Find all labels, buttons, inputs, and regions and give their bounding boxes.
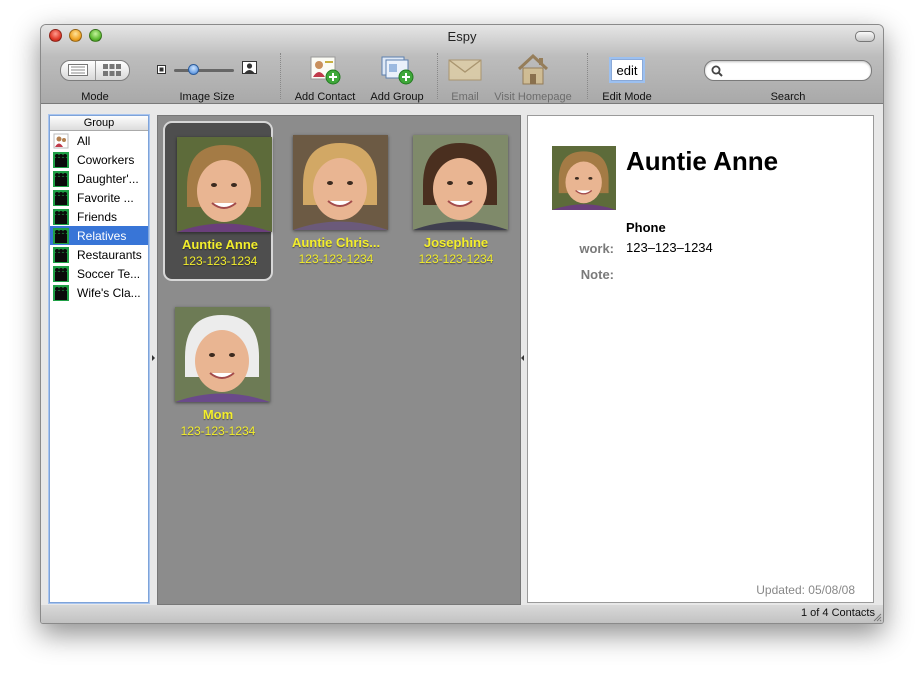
grid-view-icon[interactable] bbox=[94, 60, 130, 80]
work-label: work: bbox=[579, 241, 614, 256]
sidebar-item-label: Favorite ... bbox=[77, 190, 134, 205]
group-icon bbox=[53, 151, 69, 168]
contact-card[interactable]: Josephine 123-123-1234 bbox=[401, 121, 511, 281]
contact-photo bbox=[293, 135, 388, 230]
group-icon bbox=[53, 246, 69, 263]
contact-phone: 123-123-1234 bbox=[182, 254, 258, 268]
image-size-control: Image Size bbox=[155, 51, 259, 103]
group-list[interactable]: Group All Coworkers Daughter'... Favorite .… bbox=[49, 115, 149, 603]
sidebar-item[interactable]: Coworkers bbox=[50, 150, 148, 169]
contact-detail-pane: Auntie Anne Phone work: 123–123–1234 Not… bbox=[527, 115, 874, 603]
contact-name: Josephine bbox=[423, 235, 489, 250]
contact-name: Mom bbox=[202, 407, 234, 422]
contact-phone: 123-123-1234 bbox=[180, 424, 256, 438]
search-label: Search bbox=[770, 91, 806, 103]
mode-control: Mode bbox=[59, 51, 131, 103]
sidebar-item[interactable]: Soccer Te... bbox=[50, 264, 148, 283]
search-input[interactable] bbox=[704, 59, 872, 82]
sidebar-item-label: Soccer Te... bbox=[77, 266, 141, 281]
edit-mode-label: Edit Mode bbox=[602, 91, 652, 103]
contact-photo bbox=[177, 137, 272, 232]
add-contact-icon bbox=[308, 51, 342, 89]
group-icon bbox=[53, 189, 69, 206]
group-icon bbox=[53, 208, 69, 225]
sidebar-item-label: Coworkers bbox=[77, 152, 135, 167]
contact-card[interactable]: Auntie Chris... 123-123-1234 bbox=[281, 121, 391, 281]
email-button[interactable]: Email bbox=[443, 51, 487, 103]
espy-window: Espy Mode Image Size Add Contact Add Gro… bbox=[40, 24, 884, 624]
visit-homepage-button[interactable]: Visit Homepage bbox=[490, 51, 576, 103]
sidebar-item-label: Relatives bbox=[77, 228, 127, 243]
search-icon bbox=[711, 64, 723, 82]
sidebar-item[interactable]: Wife's Cla... bbox=[50, 283, 148, 302]
envelope-icon bbox=[448, 51, 482, 89]
house-icon bbox=[516, 51, 550, 89]
visit-homepage-label: Visit Homepage bbox=[494, 91, 572, 103]
toolbar-toggle-button[interactable] bbox=[855, 31, 875, 42]
search-control: Search bbox=[704, 51, 872, 103]
contact-phone: 123-123-1234 bbox=[418, 252, 494, 266]
add-contact-button[interactable]: Add Contact bbox=[290, 51, 360, 103]
detail-name: Auntie Anne bbox=[626, 146, 779, 176]
image-size-slider[interactable] bbox=[174, 63, 234, 75]
mode-label: Mode bbox=[81, 91, 109, 103]
group-icon bbox=[53, 265, 69, 282]
contact-name: Auntie Chris... bbox=[291, 235, 381, 250]
contact-card[interactable]: Mom 123-123-1234 bbox=[163, 293, 273, 453]
slider-knob[interactable] bbox=[188, 63, 199, 75]
work-phone-value[interactable]: 123–123–1234 bbox=[626, 240, 713, 255]
sidebar-item-label: Friends bbox=[77, 209, 118, 224]
group-icon bbox=[53, 227, 69, 244]
updated-date: Updated: 05/08/08 bbox=[756, 583, 855, 597]
sidebar-item-label: All bbox=[77, 133, 91, 148]
detail-photo bbox=[552, 146, 616, 210]
group-icon bbox=[53, 170, 69, 187]
image-size-label: Image Size bbox=[179, 91, 235, 103]
contact-grid[interactable]: Auntie Anne 123-123-1234 Auntie Chris...… bbox=[157, 115, 521, 605]
list-view-icon[interactable] bbox=[61, 61, 95, 80]
sidebar-item[interactable]: All bbox=[50, 131, 148, 150]
sidebar-splitter[interactable] bbox=[149, 115, 157, 603]
all-contacts-icon bbox=[53, 133, 69, 149]
note-label: Note: bbox=[580, 267, 614, 282]
group-column-header[interactable]: Group bbox=[50, 116, 148, 131]
toolbar-separator bbox=[587, 53, 589, 99]
toolbar-separator bbox=[437, 53, 439, 99]
phone-heading: Phone bbox=[626, 220, 666, 235]
sidebar-item[interactable]: Relatives bbox=[50, 226, 148, 245]
edit-mode-button[interactable]: edit Edit Mode bbox=[597, 51, 657, 103]
window-title: Espy bbox=[447, 29, 477, 44]
add-group-label: Add Group bbox=[370, 91, 424, 103]
add-group-icon bbox=[380, 51, 414, 89]
status-bar: 1 of 4 Contacts bbox=[41, 605, 883, 623]
sidebar-item-label: Daughter'... bbox=[77, 171, 139, 186]
large-image-icon bbox=[242, 61, 257, 79]
sidebar-item-label: Restaurants bbox=[77, 247, 142, 262]
resize-grip-icon[interactable] bbox=[872, 612, 882, 622]
sidebar-item[interactable]: Restaurants bbox=[50, 245, 148, 264]
edit-mode-field[interactable]: edit bbox=[611, 59, 643, 81]
contact-photo bbox=[175, 307, 270, 402]
mode-segmented-control[interactable] bbox=[60, 59, 130, 81]
contact-phone: 123-123-1234 bbox=[298, 252, 374, 266]
title-toolbar: Espy Mode Image Size Add Contact Add Gro… bbox=[41, 25, 883, 104]
contact-count: 1 of 4 Contacts bbox=[801, 607, 875, 619]
email-label: Email bbox=[451, 91, 479, 103]
detail-splitter[interactable] bbox=[519, 115, 527, 603]
sidebar-item[interactable]: Daughter'... bbox=[50, 169, 148, 188]
toolbar-separator bbox=[280, 53, 282, 99]
group-icon bbox=[53, 284, 69, 301]
sidebar-item[interactable]: Friends bbox=[50, 207, 148, 226]
add-contact-label: Add Contact bbox=[294, 91, 356, 103]
contact-card[interactable]: Auntie Anne 123-123-1234 bbox=[163, 121, 273, 281]
contact-photo bbox=[413, 135, 508, 230]
contact-name: Auntie Anne bbox=[181, 237, 259, 252]
small-image-icon bbox=[157, 61, 166, 79]
add-group-button[interactable]: Add Group bbox=[366, 51, 428, 103]
sidebar-item[interactable]: Favorite ... bbox=[50, 188, 148, 207]
sidebar-item-label: Wife's Cla... bbox=[77, 285, 141, 300]
